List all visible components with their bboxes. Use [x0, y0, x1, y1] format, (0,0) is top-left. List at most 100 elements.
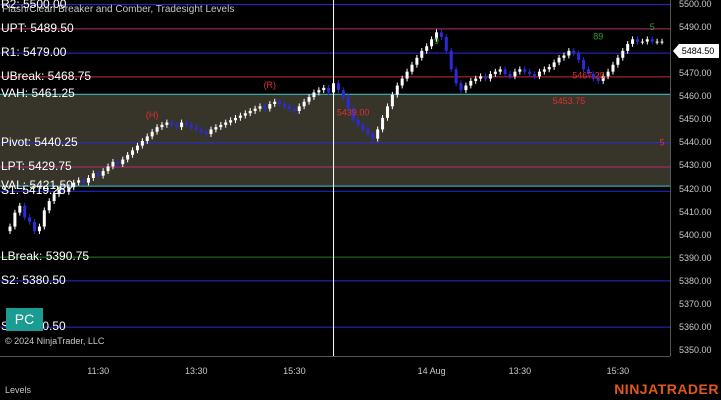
annotation-label: 9 — [434, 36, 439, 46]
candle-body — [258, 106, 262, 109]
pc-badge[interactable]: PC — [6, 308, 43, 331]
candle-body — [184, 122, 188, 125]
annotation-label: 5453.75 — [553, 96, 586, 106]
last-price-marker: 5484.50 — [673, 44, 719, 58]
candle-body — [155, 127, 159, 132]
candle-body — [513, 71, 517, 77]
candle-body — [547, 67, 551, 70]
candle-body — [371, 134, 375, 139]
candle-body — [611, 64, 615, 72]
candle-body — [493, 71, 497, 74]
candle-body — [606, 71, 610, 77]
annotation-label: (H) — [146, 110, 159, 120]
candle-body — [253, 108, 257, 111]
candle-body — [131, 150, 135, 155]
price-tick-label: 5370.00 — [679, 299, 712, 310]
candle-body — [660, 41, 664, 43]
candle-body — [204, 131, 208, 135]
candle-body — [86, 178, 90, 183]
price-tick-label: 5490.00 — [679, 21, 712, 32]
candle-body — [650, 39, 654, 42]
candle-body — [503, 69, 507, 74]
candle-body — [645, 39, 649, 42]
price-tick-label: 5470.00 — [679, 67, 712, 78]
value-area-band — [0, 94, 670, 187]
candle-body — [268, 104, 272, 109]
level-label-pivot: Pivot: 5440.25 — [1, 134, 78, 149]
candle-body — [655, 41, 659, 43]
candle-body — [229, 120, 233, 123]
candle-body — [287, 106, 291, 109]
candle-body — [508, 73, 512, 77]
copyright-text: © 2024 NinjaTrader, LLC — [5, 336, 105, 346]
ninjatrader-logo: NINJATRADER — [614, 381, 719, 397]
candle-body — [82, 180, 86, 183]
candle-body — [135, 145, 139, 151]
price-chart: (H) (R) 5439.00 5453.75 5467.25 5 9 89 5 — [0, 0, 670, 356]
candle-body — [381, 117, 385, 130]
level-label-upt: UPT: 5489.50 — [1, 20, 74, 35]
candle-body — [537, 71, 541, 77]
candle-body — [410, 64, 414, 72]
candle-body — [420, 50, 424, 58]
candle-body — [444, 36, 448, 51]
candle-body — [469, 80, 473, 86]
candle-body — [278, 101, 282, 105]
candle-body — [302, 101, 306, 107]
price-tick-label: 5410.00 — [679, 206, 712, 217]
time-tick-label: 13:30 — [508, 366, 532, 376]
chart-area[interactable]: (H) (R) 5439.00 5453.75 5467.25 5 9 89 5 Flash/C… — [0, 0, 670, 356]
annotation-label: 5 — [650, 22, 655, 32]
candle-body — [140, 141, 144, 146]
candle-body — [121, 159, 125, 165]
candle-body — [77, 180, 81, 183]
candle-body — [47, 201, 51, 211]
level-label-r2: R2: 5500.00 — [1, 0, 67, 11]
tab-levels[interactable]: Levels — [5, 385, 31, 395]
price-tick-label: 5440.00 — [679, 137, 712, 148]
candle-body — [626, 43, 630, 51]
level-label-lbreak: LBreak: 5390.75 — [1, 249, 90, 264]
level-label-vah: VAH: 5461.25 — [1, 86, 75, 101]
candle-body — [336, 83, 340, 91]
candle-body — [263, 106, 267, 109]
candle-body — [96, 173, 100, 176]
candle-body — [317, 90, 321, 93]
candle-body — [390, 94, 394, 107]
candle-body — [640, 41, 644, 43]
candle-body — [160, 124, 164, 128]
candle-body — [194, 127, 198, 130]
candle-body — [224, 122, 228, 125]
candle-body — [439, 32, 443, 37]
candle-body — [189, 124, 193, 128]
candle-body — [106, 166, 110, 172]
candle-body — [42, 210, 46, 227]
candle-body — [322, 87, 326, 91]
candle-body — [8, 226, 12, 232]
price-tick-label: 5390.00 — [679, 252, 712, 263]
candle-body — [582, 60, 586, 70]
level-label-s1: S1: 5419.25 — [1, 183, 66, 198]
level-label-ubreak: UBreak: 5468.75 — [1, 68, 92, 83]
bottom-bar: Levels NINJATRADER — [0, 380, 721, 400]
candle-body — [327, 87, 331, 93]
candle-body — [518, 69, 522, 72]
time-axis[interactable]: 11:30 13:30 15:30 14 Aug 13:30 15:30 — [0, 356, 670, 381]
candle-body — [18, 205, 22, 213]
price-tick-label: 5460.00 — [679, 91, 712, 102]
price-tick-label: 5420.00 — [679, 183, 712, 194]
candle-body — [366, 129, 370, 135]
candle-body — [621, 50, 625, 58]
candle-body — [523, 69, 527, 72]
price-tick-label: 5380.00 — [679, 276, 712, 287]
candle-body — [425, 46, 429, 51]
candle-body — [376, 129, 380, 139]
candle-body — [498, 69, 502, 72]
candle-body — [37, 226, 41, 232]
price-tick-label: 5450.00 — [679, 114, 712, 125]
brand-logo-part-a: NINJA — [614, 381, 658, 397]
candle-body — [219, 124, 223, 128]
candle-body — [234, 117, 238, 121]
candle-body — [28, 217, 32, 222]
candle-body — [33, 221, 37, 232]
